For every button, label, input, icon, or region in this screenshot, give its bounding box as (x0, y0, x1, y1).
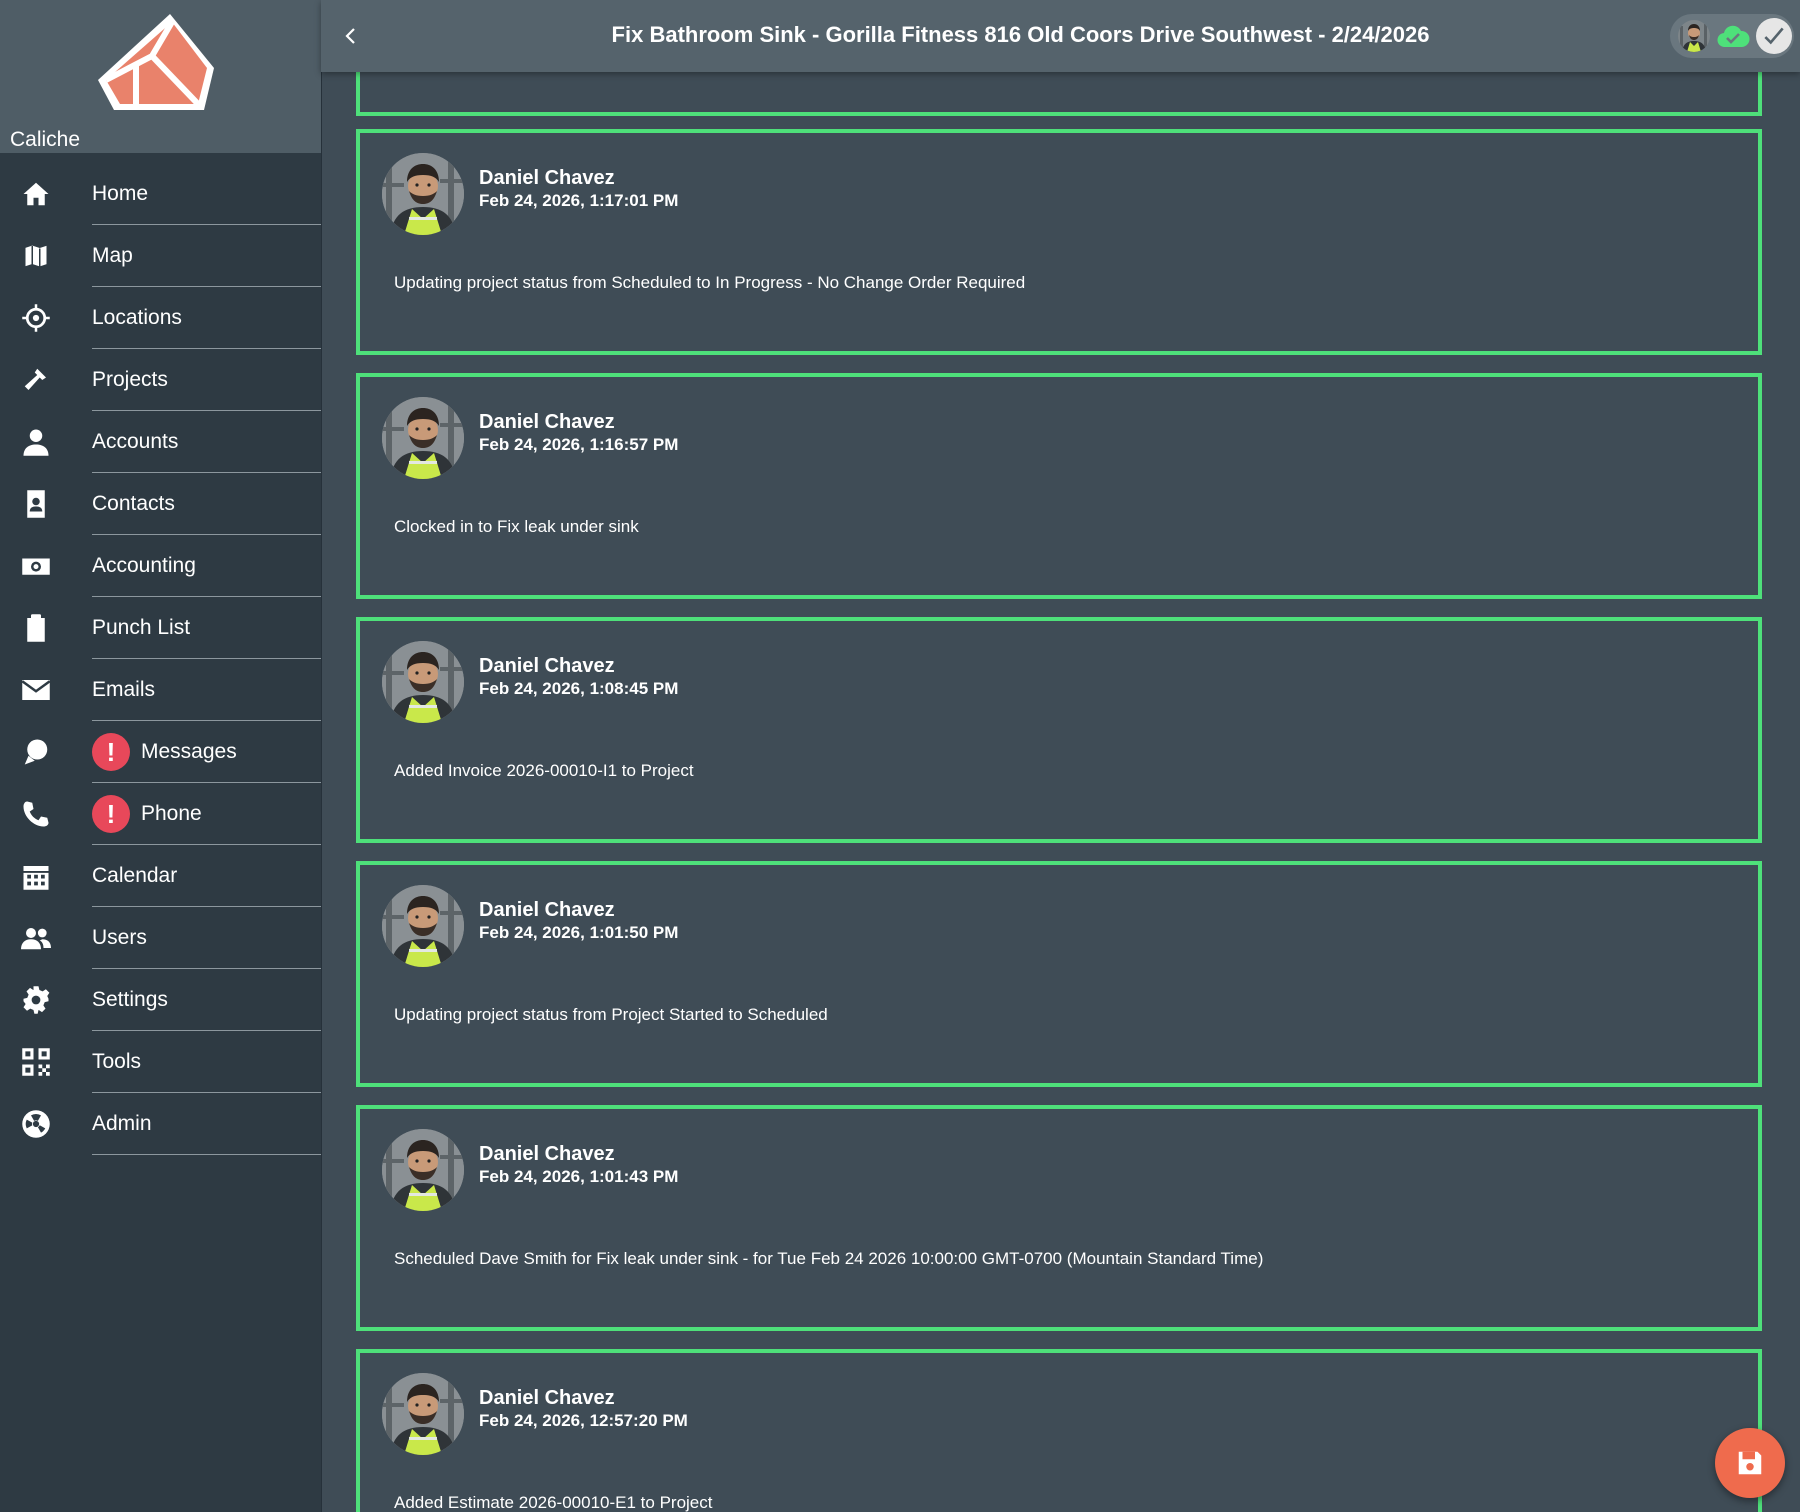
activity-feed[interactable]: Daniel Chavez Feb 24, 2026, 1:17:01 PM U… (321, 72, 1800, 1512)
sidebar-item-projects[interactable]: Projects (0, 349, 321, 411)
sidebar-item-contacts[interactable]: Contacts (0, 473, 321, 535)
current-user-avatar[interactable] (1678, 20, 1710, 52)
sidebar-item-label: Messages (141, 740, 237, 763)
feed-card[interactable]: Daniel Chavez Feb 24, 2026, 1:17:01 PM U… (356, 129, 1762, 355)
sidebar-item-label: Calendar (92, 864, 178, 887)
sidebar-item-phone[interactable]: ! Phone (0, 783, 321, 845)
page-title: Fix Bathroom Sink - Gorilla Fitness 816 … (611, 22, 1430, 47)
sidebar-item-map[interactable]: Map (0, 225, 321, 287)
user-icon (20, 426, 52, 458)
feed-card[interactable]: Daniel Chavez Feb 24, 2026, 12:57:20 PM … (356, 1349, 1762, 1512)
sidebar-item-label: Settings (92, 988, 168, 1011)
sidebar-item-calendar[interactable]: Calendar (0, 845, 321, 907)
sidebar-item-home[interactable]: Home (0, 163, 321, 225)
sidebar-item-label: Projects (92, 368, 168, 391)
entry-author: Daniel Chavez (479, 655, 615, 677)
sidebar-item-settings[interactable]: Settings (0, 969, 321, 1031)
sidebar-item-label: Punch List (92, 616, 191, 639)
sidebar-item-users[interactable]: Users (0, 907, 321, 969)
header-actions (1670, 14, 1794, 58)
sidebar-item-label: Accounts (92, 430, 179, 453)
back-button[interactable] (333, 18, 369, 54)
entry-author: Daniel Chavez (479, 411, 615, 433)
entry-timestamp: Feb 24, 2026, 1:08:45 PM (479, 679, 679, 698)
sidebar: Caliche Home Map Locations Projects Acco… (0, 0, 322, 1512)
users-icon (20, 922, 52, 954)
save-icon (1738, 1451, 1762, 1475)
sidebar-item-messages[interactable]: ! Messages (0, 721, 321, 783)
sidebar-item-punch-list[interactable]: Punch List (0, 597, 321, 659)
sidebar-item-label: Contacts (92, 492, 175, 515)
sidebar-item-tools[interactable]: Tools (0, 1031, 321, 1093)
gear-icon (20, 984, 52, 1016)
sidebar-item-label: Users (92, 926, 147, 949)
chat-icon (20, 736, 52, 768)
entry-message: Added Invoice 2026-00010-I1 to Project (394, 761, 694, 780)
sidebar-item-label: Admin (92, 1112, 152, 1135)
phone-alert-badge: ! (92, 795, 130, 833)
avatar (382, 153, 464, 235)
sidebar-item-label: Home (92, 182, 149, 205)
brand-name: Caliche (10, 128, 81, 151)
sidebar-item-admin[interactable]: Admin (0, 1093, 321, 1155)
phone-icon (20, 798, 52, 830)
sidebar-item-label: Locations (92, 306, 182, 329)
caliche-cube-logo[interactable] (92, 10, 226, 120)
entry-timestamp: Feb 24, 2026, 1:01:50 PM (479, 923, 679, 942)
entry-message: Added Estimate 2026-00010-E1 to Project (394, 1493, 713, 1512)
home-icon (20, 178, 52, 210)
entry-message: Updating project status from Scheduled t… (394, 273, 1026, 292)
sidebar-item-label: Tools (92, 1050, 142, 1073)
sidebar-item-label: Emails (92, 678, 156, 701)
envelope-icon (20, 674, 52, 706)
feed-card[interactable]: Daniel Chavez Feb 24, 2026, 1:01:50 PM U… (356, 861, 1762, 1087)
entry-timestamp: Feb 24, 2026, 1:01:43 PM (479, 1167, 679, 1186)
entry-timestamp: Feb 24, 2026, 1:17:01 PM (479, 191, 679, 210)
avatar (382, 397, 464, 479)
sidebar-item-emails[interactable]: Emails (0, 659, 321, 721)
entry-author: Daniel Chavez (479, 167, 615, 189)
avatar (382, 641, 464, 723)
avatar (382, 1373, 464, 1455)
sidebar-item-label: Phone (141, 802, 202, 825)
qr-code-icon (20, 1046, 52, 1078)
entry-message: Scheduled Dave Smith for Fix leak under … (394, 1249, 1264, 1268)
app-header: Fix Bathroom Sink - Gorilla Fitness 816 … (321, 0, 1800, 72)
calendar-icon (20, 860, 52, 892)
feed-card[interactable]: Daniel Chavez Feb 24, 2026, 1:08:45 PM A… (356, 617, 1762, 843)
entry-message: Clocked in to Fix leak under sink (394, 517, 639, 536)
entry-author: Daniel Chavez (479, 1143, 615, 1165)
avatar (382, 1129, 464, 1211)
checkmark-icon (1764, 27, 1784, 45)
feed-card-partial (356, 72, 1762, 116)
sidebar-item-accounting[interactable]: Accounting (0, 535, 321, 597)
chevron-left-icon (345, 28, 355, 44)
sidebar-item-label: Accounting (92, 554, 196, 577)
entry-message: Updating project status from Project Sta… (394, 1005, 828, 1024)
clipboard-icon (20, 612, 52, 644)
complete-button[interactable] (1756, 18, 1792, 54)
avatar (382, 885, 464, 967)
sidebar-item-label: Map (92, 244, 133, 267)
entry-timestamp: Feb 24, 2026, 12:57:20 PM (479, 1411, 688, 1430)
entry-author: Daniel Chavez (479, 899, 615, 921)
cloud-check-icon[interactable] (1716, 23, 1750, 49)
entry-author: Daniel Chavez (479, 1387, 615, 1409)
sidebar-item-locations[interactable]: Locations (0, 287, 321, 349)
divider (92, 1154, 321, 1155)
messages-alert-badge: ! (92, 733, 130, 771)
sidebar-nav: Home Map Locations Projects Accounts Con… (0, 163, 321, 1155)
feed-card[interactable]: Daniel Chavez Feb 24, 2026, 1:16:57 PM C… (356, 373, 1762, 599)
feed-card[interactable]: Daniel Chavez Feb 24, 2026, 1:01:43 PM S… (356, 1105, 1762, 1331)
money-icon (20, 550, 52, 582)
sidebar-item-accounts[interactable]: Accounts (0, 411, 321, 473)
map-icon (20, 240, 52, 272)
save-button[interactable] (1715, 1428, 1785, 1498)
contact-card-icon (20, 488, 52, 520)
hammer-icon (20, 364, 52, 396)
admin-icon (20, 1108, 52, 1140)
entry-timestamp: Feb 24, 2026, 1:16:57 PM (479, 435, 679, 454)
brand-header: Caliche (0, 0, 321, 153)
crosshair-icon (20, 302, 52, 334)
